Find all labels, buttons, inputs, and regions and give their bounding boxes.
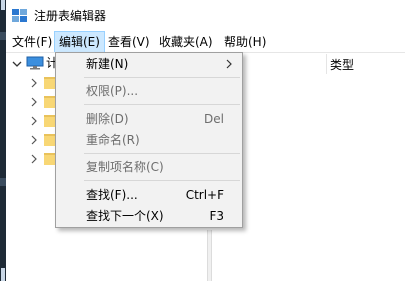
- menu-file[interactable]: 文件(F): [8, 32, 56, 52]
- registry-editor-icon: [12, 9, 27, 22]
- menu-item-new[interactable]: 新建(N): [56, 53, 242, 75]
- edit-menu-dropdown: 新建(N) 权限(P)... 删除(D) Del 重命名(R) 复制项名称(C)…: [55, 52, 243, 228]
- menu-separator: [84, 153, 240, 154]
- menu-item-label: 权限(P)...: [86, 84, 139, 98]
- chevron-right-icon[interactable]: [30, 97, 38, 107]
- menu-item-label: 查找(F)...: [86, 188, 138, 202]
- menu-item-find[interactable]: 查找(F)... Ctrl+F: [56, 184, 242, 206]
- submenu-arrow-icon: [226, 59, 232, 69]
- menu-item-label: 重命名(R): [86, 133, 140, 147]
- menu-item-permissions[interactable]: 权限(P)...: [56, 80, 242, 102]
- menu-edit[interactable]: 编辑(E): [54, 31, 105, 53]
- chevron-down-icon[interactable]: [12, 59, 22, 69]
- menu-separator: [84, 104, 240, 105]
- menu-item-label: 删除(D): [86, 112, 129, 126]
- menu-item-shortcut: F3: [209, 209, 224, 223]
- menu-bar: 文件(F) 编辑(E) 查看(V) 收藏夹(A) 帮助(H): [6, 31, 405, 53]
- menu-separator: [84, 180, 240, 181]
- chevron-right-icon[interactable]: [30, 78, 38, 88]
- menu-separator: [84, 77, 240, 78]
- chevron-right-icon[interactable]: [30, 116, 38, 126]
- menu-item-label: 查找下一个(X): [86, 209, 164, 223]
- pane-splitter[interactable]: [207, 230, 212, 281]
- chevron-right-icon[interactable]: [30, 154, 38, 164]
- computer-icon: [26, 56, 44, 70]
- menu-help[interactable]: 帮助(H): [220, 32, 270, 52]
- menu-view[interactable]: 查看(V): [104, 32, 154, 52]
- menu-item-copy-key-name[interactable]: 复制项名称(C): [56, 156, 242, 178]
- chevron-right-icon[interactable]: [30, 135, 38, 145]
- menu-item-label: 复制项名称(C): [86, 160, 164, 174]
- menu-item-shortcut: Ctrl+F: [185, 188, 224, 202]
- menu-item-shortcut: Del: [204, 112, 224, 126]
- menu-item-label: 新建(N): [86, 57, 129, 71]
- column-divider[interactable]: [326, 54, 327, 74]
- menu-favorites[interactable]: 收藏夹(A): [155, 32, 217, 52]
- menu-item-delete[interactable]: 删除(D) Del: [56, 108, 242, 130]
- window-title: 注册表编辑器: [34, 9, 107, 23]
- title-bar: 注册表编辑器: [6, 0, 405, 32]
- menu-item-find-next[interactable]: 查找下一个(X) F3: [56, 205, 242, 227]
- column-header-type[interactable]: 类型: [330, 56, 354, 73]
- menu-item-rename[interactable]: 重命名(R): [56, 129, 242, 151]
